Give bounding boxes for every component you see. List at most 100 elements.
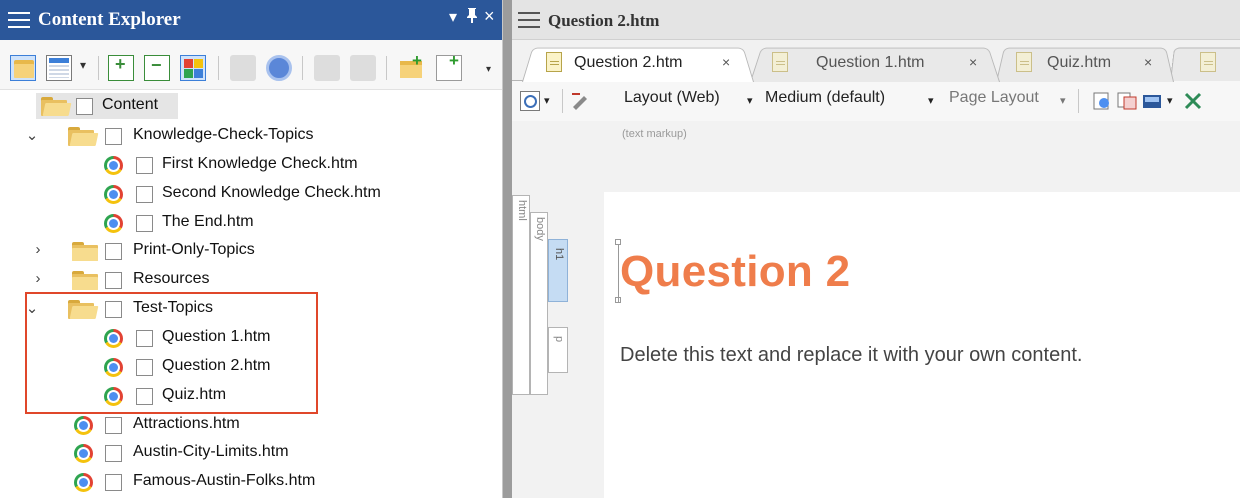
tree-item-austin-city-limits[interactable]: Austin-City-Limits.htm <box>0 439 480 467</box>
tree-item-print-only-topics[interactable]: › Print-Only-Topics <box>0 237 480 265</box>
tree-item-label: Austin-City-Limits.htm <box>133 443 289 460</box>
pane-splitter[interactable] <box>503 0 512 498</box>
content-explorer-toolbar: ▾ + + ▾ <box>0 40 502 90</box>
grid-view-dropdown-icon[interactable]: ▾ <box>80 58 86 72</box>
checkbox[interactable] <box>105 128 122 145</box>
text-caret <box>618 245 619 303</box>
zoom-dropdown-icon[interactable]: ▾ <box>544 94 550 107</box>
tab-label: Quiz.htm <box>1047 54 1112 71</box>
structure-bar-body[interactable]: body <box>530 212 548 395</box>
tab-question-2[interactable]: Question 2.htm × <box>522 44 754 82</box>
grid-view-icon[interactable] <box>46 55 72 81</box>
folder-open-icon <box>41 97 72 117</box>
sync-icon[interactable] <box>266 55 292 81</box>
page-heading[interactable]: Question 2 <box>620 247 850 297</box>
checkbox[interactable] <box>105 474 122 491</box>
checkbox[interactable] <box>76 98 93 115</box>
editor-titlebar: Question 2.htm <box>512 0 1240 40</box>
image-icon[interactable] <box>1142 91 1162 111</box>
checkbox[interactable] <box>136 157 153 174</box>
checkbox[interactable] <box>105 272 122 289</box>
checkbox[interactable] <box>136 186 153 203</box>
tree-item-content[interactable]: Content <box>0 92 480 120</box>
document-icon <box>772 52 788 72</box>
checkbox[interactable] <box>105 243 122 260</box>
chrome-icon <box>74 473 93 492</box>
zoom-icon[interactable] <box>520 91 540 111</box>
show-files-icon[interactable] <box>180 55 206 81</box>
menu-icon[interactable] <box>8 12 30 28</box>
layout-dropdown-icon[interactable]: ▾ <box>747 94 753 107</box>
document-icon <box>1200 52 1216 72</box>
medium-dropdown[interactable]: Medium (default) <box>765 89 885 107</box>
tree-item-label: First Knowledge Check.htm <box>162 155 358 172</box>
chevron-right-icon[interactable]: › <box>30 241 46 258</box>
chevron-right-icon[interactable]: › <box>30 270 46 287</box>
chevron-down-icon[interactable]: ⌄ <box>24 126 40 144</box>
markup-icon[interactable] <box>570 91 590 111</box>
new-folder-icon[interactable]: + <box>398 51 424 81</box>
tree-item-famous-austin-folks[interactable]: Famous-Austin-Folks.htm <box>0 468 480 496</box>
close-panel-icon[interactable]: × <box>484 6 495 27</box>
folder-view-icon[interactable] <box>10 55 36 81</box>
tab-quiz[interactable]: Quiz.htm × <box>996 44 1174 82</box>
tree-item-the-end[interactable]: The End.htm <box>0 209 480 237</box>
tab-question-1[interactable]: Question 1.htm × <box>750 44 1000 82</box>
checkbox[interactable] <box>105 445 122 462</box>
new-topic-icon[interactable]: + <box>436 51 462 81</box>
structure-bar-h1[interactable]: h1 <box>548 239 568 302</box>
tree-item-label: Content <box>102 96 159 113</box>
chrome-icon <box>104 214 123 233</box>
tool-icon[interactable] <box>1183 91 1203 111</box>
text-markup-label: (text markup) <box>622 128 687 140</box>
toolbar-overflow-icon[interactable]: ▾ <box>486 64 491 75</box>
folder-open-icon <box>68 127 99 147</box>
layout-web-dropdown[interactable]: Layout (Web) <box>624 89 720 107</box>
expand-all-icon[interactable] <box>108 54 134 81</box>
open-icon[interactable] <box>350 55 376 81</box>
editor-canvas[interactable]: (text markup) html body h1 p Question 2 … <box>512 121 1240 498</box>
tree-item-label: Second Knowledge Check.htm <box>162 184 381 201</box>
close-tab-icon[interactable]: × <box>1144 54 1152 70</box>
checkbox[interactable] <box>105 417 122 434</box>
medium-dropdown-icon[interactable]: ▾ <box>928 94 934 107</box>
tab-label: Question 2.htm <box>574 54 683 71</box>
tree-item-first-knowledge-check[interactable]: First Knowledge Check.htm <box>0 151 480 179</box>
tree-item-attractions[interactable]: Attractions.htm <box>0 411 480 439</box>
tab-label: Question 1.htm <box>816 54 925 71</box>
folder-icon <box>72 242 98 262</box>
tree-item-label: Knowledge-Check-Topics <box>133 126 314 143</box>
panel-title: Content Explorer <box>38 9 181 30</box>
chrome-icon <box>74 444 93 463</box>
tab-overflow[interactable] <box>1170 44 1240 82</box>
tree-item-resources[interactable]: › Resources <box>0 266 480 294</box>
menu-icon[interactable] <box>518 12 540 28</box>
checkbox[interactable] <box>136 215 153 232</box>
copy-format-icon[interactable] <box>1117 91 1137 111</box>
page-paragraph[interactable]: Delete this text and replace it with you… <box>620 344 1082 367</box>
bind-icon[interactable] <box>230 55 256 81</box>
structure-bar-html[interactable]: html <box>512 195 530 395</box>
tree-item-label: Print-Only-Topics <box>133 241 255 258</box>
preview-icon[interactable] <box>1092 91 1112 111</box>
editor-panel: Question 2.htm Question 2.htm × Question… <box>512 0 1240 498</box>
close-tab-icon[interactable]: × <box>722 54 730 70</box>
content-explorer-titlebar: Content Explorer ▾ × <box>0 0 502 40</box>
tree-item-label: Famous-Austin-Folks.htm <box>133 472 316 489</box>
page-layout-dropdown[interactable]: Page Layout <box>949 89 1039 107</box>
editor-title: Question 2.htm <box>548 11 660 30</box>
structure-bar-p[interactable]: p <box>548 327 568 373</box>
tree-item-second-knowledge-check[interactable]: Second Knowledge Check.htm <box>0 180 480 208</box>
highlight-box <box>25 292 318 414</box>
collapse-all-icon[interactable] <box>144 55 170 81</box>
document-icon <box>546 52 562 72</box>
tree-item-label: Resources <box>133 270 210 287</box>
close-tab-icon[interactable]: × <box>969 54 977 70</box>
image-dropdown-icon[interactable]: ▾ <box>1167 94 1173 107</box>
properties-icon[interactable] <box>314 55 340 81</box>
pin-icon[interactable] <box>466 7 478 28</box>
page-layout-dropdown-icon[interactable]: ▾ <box>1060 94 1066 107</box>
dropdown-arrow-icon[interactable]: ▾ <box>449 7 457 27</box>
editor-toolbar: ▾ Layout (Web) ▾ Medium (default) ▾ Page… <box>512 81 1240 121</box>
tree-item-knowledge-check-topics[interactable]: ⌄ Knowledge-Check-Topics <box>0 122 480 150</box>
